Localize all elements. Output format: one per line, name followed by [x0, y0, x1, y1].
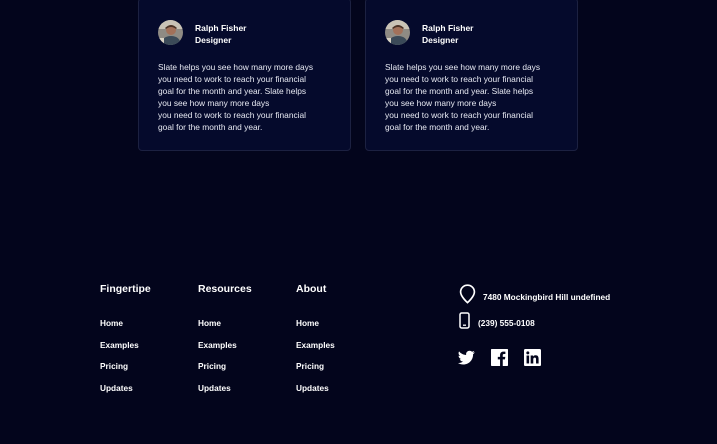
avatar: [158, 20, 183, 45]
testimonial-card: Ralph Fisher Designer Slate helps you se…: [138, 0, 351, 151]
footer-column-resources: Resources Home Examples Pricing Updates: [198, 283, 252, 392]
phone-text[interactable]: (239) 555-0108: [478, 318, 535, 328]
address-text: 7480 Mockingbird Hill undefined: [483, 291, 611, 302]
footer-column-about: About Home Examples Pricing Updates: [296, 283, 335, 392]
author-role: Designer: [195, 35, 232, 45]
footer-link-updates[interactable]: Updates: [100, 383, 139, 405]
contact-address: 7480 Mockingbird Hill undefined: [459, 284, 610, 309]
footer-link-home[interactable]: Home: [296, 318, 335, 340]
footer-column-title: Fingertipe: [100, 283, 151, 295]
footer-link-list: Home Examples Pricing Updates: [100, 318, 139, 404]
page: Ralph Fisher Designer Slate helps you se…: [0, 0, 717, 444]
facebook-icon[interactable]: [491, 349, 508, 366]
twitter-icon[interactable]: [457, 349, 475, 366]
testimonial-text: Slate helps you see how many more days y…: [385, 62, 541, 132]
footer-link-pricing[interactable]: Pricing: [296, 361, 335, 383]
footer-column-title: About: [296, 283, 327, 295]
footer-link-home[interactable]: Home: [198, 318, 237, 340]
testimonial-text: Slate helps you see how many more days y…: [158, 62, 314, 132]
contact-phone: (239) 555-0108: [459, 312, 535, 334]
footer-link-list: Home Examples Pricing Updates: [296, 318, 335, 404]
footer-link-updates[interactable]: Updates: [198, 383, 237, 405]
footer-column-title: Resources: [198, 283, 252, 295]
footer-link-examples[interactable]: Examples: [198, 340, 237, 362]
phone-icon: [459, 312, 470, 334]
footer-column-fingertipe: Fingertipe Home Examples Pricing Updates: [100, 283, 151, 392]
avatar: [385, 20, 410, 45]
footer-link-pricing[interactable]: Pricing: [198, 361, 237, 383]
author-role: Designer: [422, 35, 459, 45]
footer-link-examples[interactable]: Examples: [100, 340, 139, 362]
footer-link-updates[interactable]: Updates: [296, 383, 335, 405]
testimonial-card: Ralph Fisher Designer Slate helps you se…: [365, 0, 578, 151]
social-links: [457, 349, 557, 366]
footer-link-pricing[interactable]: Pricing: [100, 361, 139, 383]
footer-link-examples[interactable]: Examples: [296, 340, 335, 362]
map-pin-icon: [459, 284, 476, 309]
author-name: Ralph Fisher: [195, 23, 247, 33]
linkedin-icon[interactable]: [524, 349, 541, 366]
footer-link-list: Home Examples Pricing Updates: [198, 318, 237, 404]
footer-link-home[interactable]: Home: [100, 318, 139, 340]
author-name: Ralph Fisher: [422, 23, 474, 33]
